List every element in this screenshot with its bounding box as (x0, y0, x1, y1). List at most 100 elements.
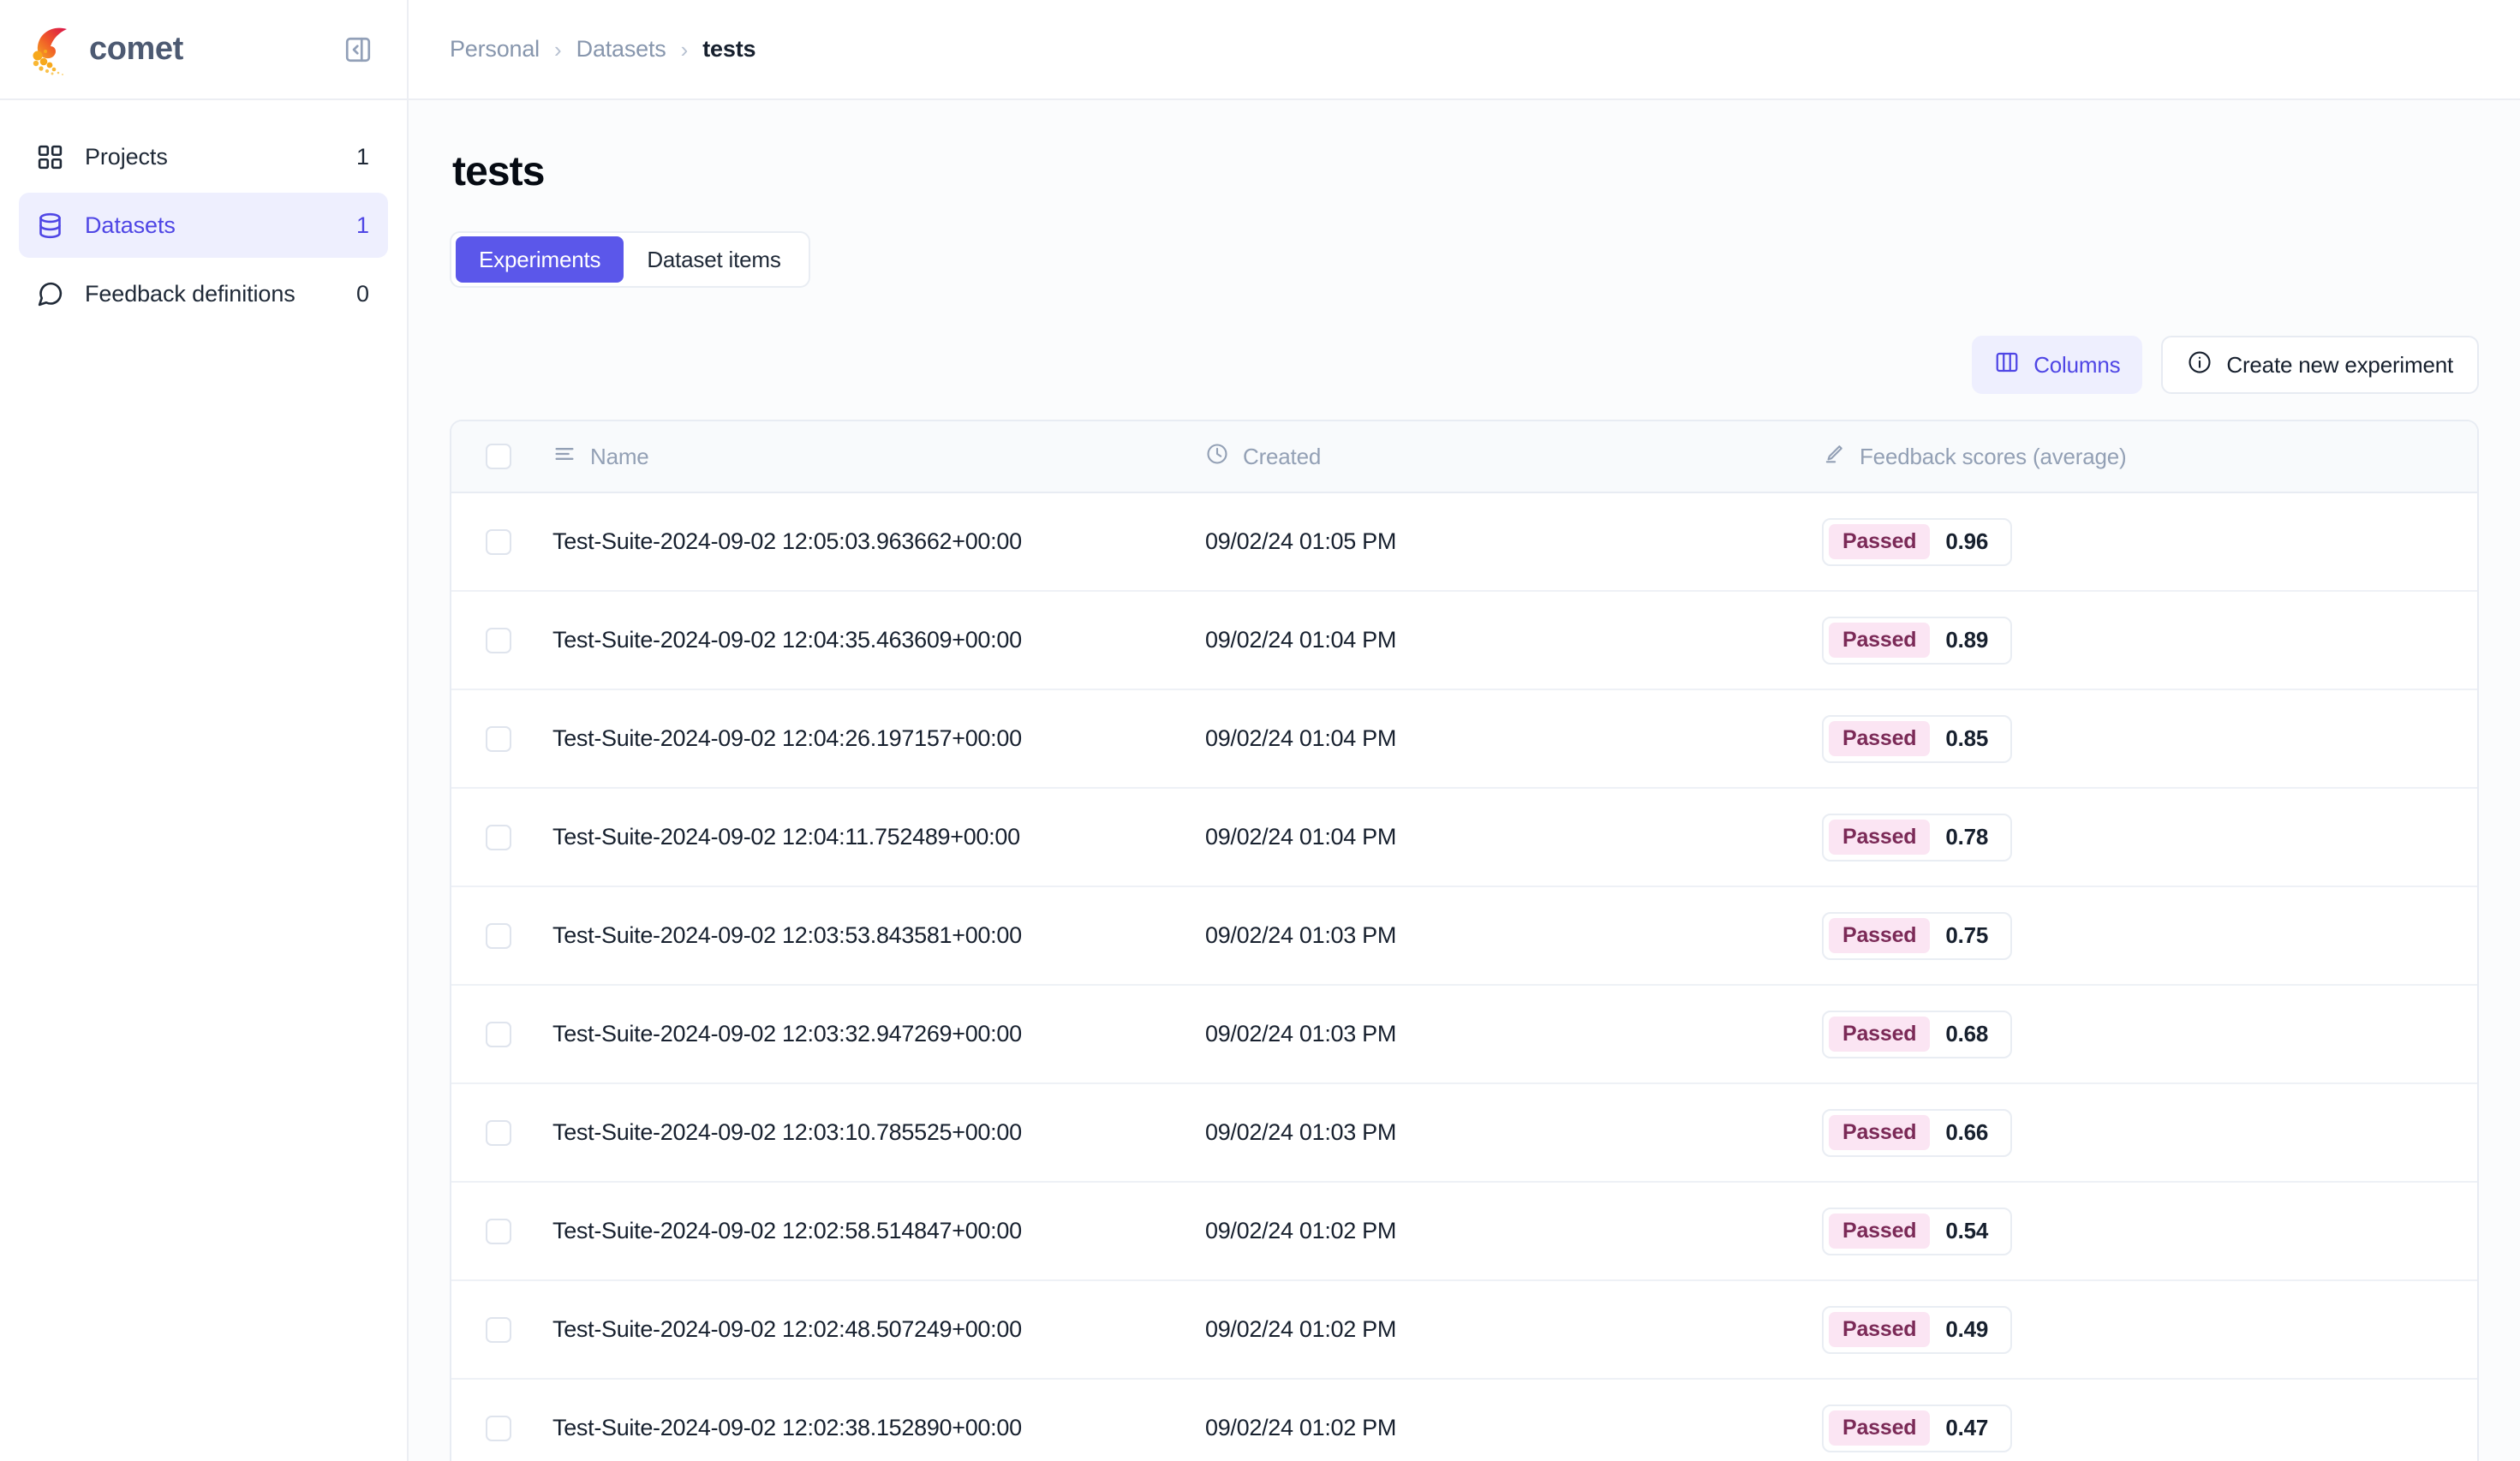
status-badge: Passed (1829, 918, 1930, 953)
sidebar-item-label: Datasets (85, 212, 336, 239)
columns-icon (1994, 349, 2020, 381)
table-row[interactable]: Test-Suite-2024-09-02 12:02:58.514847+00… (451, 1183, 2477, 1281)
experiment-created: 09/02/24 01:04 PM (1205, 725, 1396, 751)
experiment-created: 09/02/24 01:03 PM (1205, 1119, 1396, 1145)
status-badge: Passed (1829, 1312, 1930, 1347)
sidebar-item-count: 1 (356, 144, 369, 170)
experiment-name: Test-Suite-2024-09-02 12:03:32.947269+00… (552, 1021, 1022, 1047)
sidebar-item-projects[interactable]: Projects 1 (19, 124, 388, 189)
table-row[interactable]: Test-Suite-2024-09-02 12:05:03.963662+00… (451, 493, 2477, 592)
create-new-experiment-button[interactable]: Create new experiment (2161, 336, 2479, 394)
experiment-name: Test-Suite-2024-09-02 12:03:53.843581+00… (552, 922, 1022, 948)
status-badge: Passed (1829, 1017, 1930, 1052)
row-checkbox[interactable] (451, 1416, 546, 1441)
table-row[interactable]: Test-Suite-2024-09-02 12:04:35.463609+00… (451, 592, 2477, 690)
row-checkbox[interactable] (451, 1219, 546, 1244)
checkbox-icon (486, 1022, 511, 1047)
experiment-created: 09/02/24 01:03 PM (1205, 922, 1396, 948)
status-badge: Passed (1829, 623, 1930, 658)
sidebar-item-feedback-definitions[interactable]: Feedback definitions 0 (19, 261, 388, 326)
status-badge: Passed (1829, 1214, 1930, 1249)
feedback-score-pill: Passed 0.66 (1822, 1109, 2012, 1157)
tab-dataset-items[interactable]: Dataset items (624, 236, 803, 283)
tab-bar: Experiments Dataset items (450, 231, 810, 288)
columns-button[interactable]: Columns (1972, 336, 2142, 394)
row-checkbox[interactable] (451, 923, 546, 949)
checkbox-icon (486, 726, 511, 752)
breadcrumb: Personal › Datasets › tests (450, 36, 755, 63)
score-value: 0.68 (1930, 1021, 2005, 1047)
status-badge: Passed (1829, 524, 1930, 559)
table-row[interactable]: Test-Suite-2024-09-02 12:04:26.197157+00… (451, 690, 2477, 789)
table-row[interactable]: Test-Suite-2024-09-02 12:04:11.752489+00… (451, 789, 2477, 887)
feedback-score-pill: Passed 0.85 (1822, 715, 2012, 763)
column-header-name[interactable]: Name (546, 442, 1205, 472)
experiment-name: Test-Suite-2024-09-02 12:04:11.752489+00… (552, 824, 1020, 850)
row-checkbox[interactable] (451, 1022, 546, 1047)
experiment-name: Test-Suite-2024-09-02 12:05:03.963662+00… (552, 528, 1022, 554)
column-header-feedback-scores[interactable]: Feedback scores (average) (1822, 442, 2477, 472)
feedback-score-pill: Passed 0.49 (1822, 1306, 2012, 1354)
page-content: tests Experiments Dataset items Columns (409, 100, 2520, 1461)
feedback-score-pill: Passed 0.96 (1822, 518, 2012, 566)
message-square-icon (36, 280, 64, 308)
experiments-table: Name Created (450, 420, 2479, 1461)
select-all-checkbox[interactable] (451, 444, 546, 469)
checkbox-icon (486, 444, 511, 469)
sidebar-header: comet (0, 0, 407, 100)
checkbox-icon (486, 1120, 511, 1146)
text-lines-icon (552, 442, 576, 472)
table-row[interactable]: Test-Suite-2024-09-02 12:03:32.947269+00… (451, 986, 2477, 1084)
grid-icon (36, 143, 64, 171)
topbar: Personal › Datasets › tests (409, 0, 2520, 100)
row-checkbox[interactable] (451, 628, 546, 653)
table-row[interactable]: Test-Suite-2024-09-02 12:02:38.152890+00… (451, 1380, 2477, 1461)
app-root: comet Proj (0, 0, 2520, 1461)
chevron-right-icon: › (681, 39, 689, 61)
row-checkbox[interactable] (451, 1120, 546, 1146)
tab-experiments[interactable]: Experiments (456, 236, 624, 283)
column-header-label: Created (1243, 444, 1321, 470)
feedback-score-pill: Passed 0.75 (1822, 912, 2012, 960)
score-value: 0.54 (1930, 1218, 2005, 1244)
score-value: 0.66 (1930, 1119, 2005, 1146)
sidebar-item-label: Feedback definitions (85, 281, 336, 307)
breadcrumb-item-personal[interactable]: Personal (450, 36, 540, 63)
table-row[interactable]: Test-Suite-2024-09-02 12:02:48.507249+00… (451, 1281, 2477, 1380)
column-header-label: Feedback scores (average) (1860, 444, 2126, 470)
pencil-icon (1822, 442, 1846, 472)
experiment-created: 09/02/24 01:02 PM (1205, 1316, 1396, 1342)
score-value: 0.85 (1930, 725, 2005, 752)
brand[interactable]: comet (27, 23, 183, 76)
breadcrumb-item-datasets[interactable]: Datasets (576, 36, 666, 63)
checkbox-icon (486, 529, 511, 555)
checkbox-icon (486, 1317, 511, 1343)
feedback-score-pill: Passed 0.78 (1822, 814, 2012, 862)
sidebar-item-datasets[interactable]: Datasets 1 (19, 193, 388, 258)
row-checkbox[interactable] (451, 1317, 546, 1343)
sidebar-item-count: 0 (356, 281, 369, 307)
score-value: 0.75 (1930, 922, 2005, 949)
feedback-score-pill: Passed 0.47 (1822, 1404, 2012, 1452)
panel-collapse-icon[interactable] (338, 30, 378, 69)
experiment-created: 09/02/24 01:02 PM (1205, 1415, 1396, 1440)
checkbox-icon (486, 1219, 511, 1244)
info-circle-icon (2187, 349, 2212, 381)
chevron-right-icon: › (554, 39, 562, 61)
column-header-created[interactable]: Created (1205, 442, 1822, 472)
status-badge: Passed (1829, 721, 1930, 756)
column-header-label: Name (590, 444, 649, 470)
status-badge: Passed (1829, 1410, 1930, 1446)
table-row[interactable]: Test-Suite-2024-09-02 12:03:53.843581+00… (451, 887, 2477, 986)
row-checkbox[interactable] (451, 529, 546, 555)
sidebar-nav: Projects 1 Datasets 1 (0, 100, 407, 326)
score-value: 0.49 (1930, 1316, 2005, 1343)
row-checkbox[interactable] (451, 726, 546, 752)
experiment-name: Test-Suite-2024-09-02 12:02:48.507249+00… (552, 1316, 1022, 1342)
checkbox-icon (486, 628, 511, 653)
experiment-name: Test-Suite-2024-09-02 12:04:26.197157+00… (552, 725, 1022, 751)
table-row[interactable]: Test-Suite-2024-09-02 12:03:10.785525+00… (451, 1084, 2477, 1183)
row-checkbox[interactable] (451, 825, 546, 850)
sidebar: comet Proj (0, 0, 409, 1461)
experiment-created: 09/02/24 01:05 PM (1205, 528, 1396, 554)
